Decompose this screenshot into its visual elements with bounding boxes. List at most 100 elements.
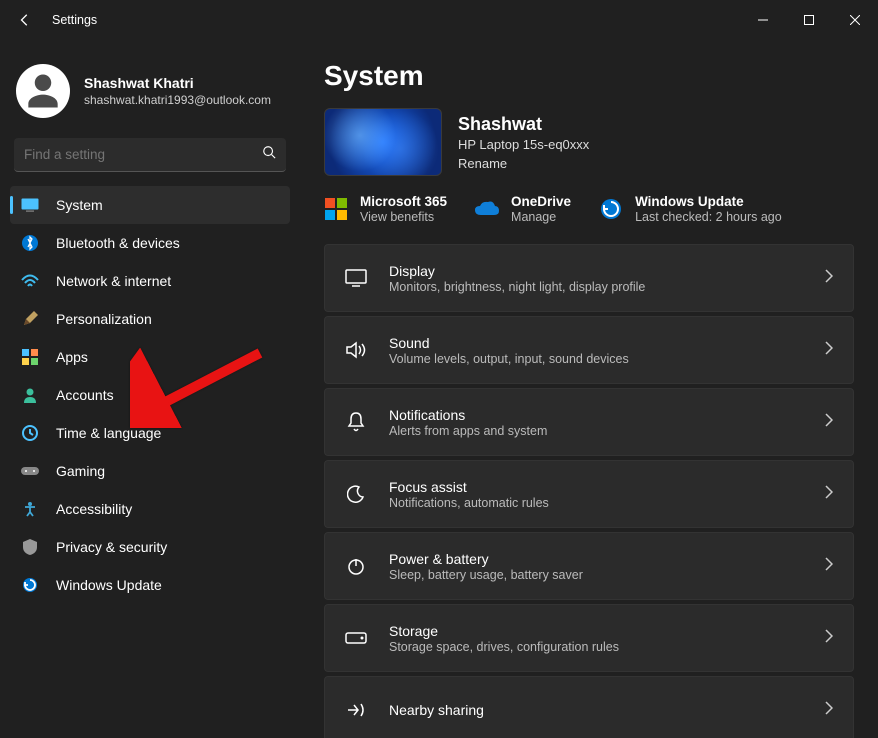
tile-title: Power & battery — [389, 551, 583, 567]
tile-focus-assist[interactable]: Focus assist Notifications, automatic ru… — [324, 460, 854, 528]
nav-item-network[interactable]: Network & internet — [10, 262, 290, 300]
profile-block[interactable]: Shashwat Khatri shashwat.khatri1993@outl… — [10, 56, 290, 138]
tile-title: Sound — [389, 335, 629, 351]
tile-display[interactable]: Display Monitors, brightness, night ligh… — [324, 244, 854, 312]
tile-title: Nearby sharing — [389, 702, 484, 718]
accessibility-icon — [20, 499, 40, 519]
sound-icon — [345, 339, 367, 361]
accounts-icon — [20, 385, 40, 405]
bell-icon — [345, 411, 367, 433]
nav-label: Apps — [56, 349, 88, 365]
nav-label: Accessibility — [56, 501, 132, 517]
chevron-right-icon — [825, 341, 833, 360]
minimize-button[interactable] — [740, 0, 786, 40]
chevron-right-icon — [825, 485, 833, 504]
update-icon — [20, 575, 40, 595]
tile-sub: Sleep, battery usage, battery saver — [389, 568, 583, 582]
network-icon — [20, 271, 40, 291]
device-block: Shashwat HP Laptop 15s-eq0xxx Rename — [324, 108, 854, 176]
nav-label: Personalization — [56, 311, 152, 327]
nav-item-time[interactable]: Time & language — [10, 414, 290, 452]
quick-links: Microsoft 365 View benefits OneDrive Man… — [324, 194, 854, 224]
display-icon — [345, 267, 367, 289]
gaming-icon — [20, 461, 40, 481]
nav-item-apps[interactable]: Apps — [10, 338, 290, 376]
rename-link[interactable]: Rename — [458, 156, 589, 171]
search-icon — [262, 145, 276, 164]
nav-label: Bluetooth & devices — [56, 235, 180, 251]
back-button[interactable] — [14, 9, 36, 31]
m365-icon — [324, 197, 348, 221]
tile-storage[interactable]: Storage Storage space, drives, configura… — [324, 604, 854, 672]
nav-item-system[interactable]: System — [10, 186, 290, 224]
content-pane: System Shashwat HP Laptop 15s-eq0xxx Ren… — [300, 40, 878, 738]
tile-title: Focus assist — [389, 479, 549, 495]
nav-item-accounts[interactable]: Accounts — [10, 376, 290, 414]
quick-sub: Manage — [511, 210, 571, 224]
nav-item-bluetooth[interactable]: Bluetooth & devices — [10, 224, 290, 262]
profile-email: shashwat.khatri1993@outlook.com — [84, 93, 271, 107]
tile-sub: Storage space, drives, configuration rul… — [389, 640, 619, 654]
chevron-right-icon — [825, 629, 833, 648]
nav-label: Time & language — [56, 425, 161, 441]
tile-sub: Volume levels, output, input, sound devi… — [389, 352, 629, 366]
nav-label: Network & internet — [56, 273, 171, 289]
search-box[interactable] — [14, 138, 286, 172]
quick-sub: Last checked: 2 hours ago — [635, 210, 782, 224]
device-name: Shashwat — [458, 114, 589, 135]
quick-title: Microsoft 365 — [360, 194, 447, 209]
apps-icon — [20, 347, 40, 367]
page-title: System — [324, 60, 854, 92]
nav-item-accessibility[interactable]: Accessibility — [10, 490, 290, 528]
quick-title: OneDrive — [511, 194, 571, 209]
tile-sub: Notifications, automatic rules — [389, 496, 549, 510]
nav-label: Windows Update — [56, 577, 162, 593]
chevron-right-icon — [825, 557, 833, 576]
tile-nearby-sharing[interactable]: Nearby sharing — [324, 676, 854, 738]
tile-sub: Alerts from apps and system — [389, 424, 547, 438]
tile-sub: Monitors, brightness, night light, displ… — [389, 280, 645, 294]
sidebar: Shashwat Khatri shashwat.khatri1993@outl… — [0, 40, 300, 738]
close-button[interactable] — [832, 0, 878, 40]
nav-item-personalization[interactable]: Personalization — [10, 300, 290, 338]
quick-sub: View benefits — [360, 210, 447, 224]
nav-label: Gaming — [56, 463, 105, 479]
time-icon — [20, 423, 40, 443]
tile-notifications[interactable]: Notifications Alerts from apps and syste… — [324, 388, 854, 456]
tile-power[interactable]: Power & battery Sleep, battery usage, ba… — [324, 532, 854, 600]
avatar-icon — [16, 64, 70, 118]
window-title: Settings — [52, 13, 97, 27]
search-input[interactable] — [24, 147, 262, 162]
onedrive-icon — [475, 197, 499, 221]
quick-onedrive[interactable]: OneDrive Manage — [475, 194, 571, 224]
nav-label: Privacy & security — [56, 539, 167, 555]
bluetooth-icon — [20, 233, 40, 253]
tile-title: Storage — [389, 623, 619, 639]
nav-label: Accounts — [56, 387, 114, 403]
chevron-right-icon — [825, 413, 833, 432]
nav-item-windows-update[interactable]: Windows Update — [10, 566, 290, 604]
moon-icon — [345, 483, 367, 505]
tile-title: Display — [389, 263, 645, 279]
system-icon — [20, 195, 40, 215]
nav-list: System Bluetooth & devices Network & int… — [10, 186, 290, 604]
quick-title: Windows Update — [635, 194, 782, 209]
quick-m365[interactable]: Microsoft 365 View benefits — [324, 194, 447, 224]
maximize-button[interactable] — [786, 0, 832, 40]
quick-windows-update[interactable]: Windows Update Last checked: 2 hours ago — [599, 194, 782, 224]
tile-title: Notifications — [389, 407, 547, 423]
chevron-right-icon — [825, 269, 833, 288]
chevron-right-icon — [825, 701, 833, 720]
personalize-icon — [20, 309, 40, 329]
wupdate-icon — [599, 197, 623, 221]
nav-item-gaming[interactable]: Gaming — [10, 452, 290, 490]
nav-item-privacy[interactable]: Privacy & security — [10, 528, 290, 566]
device-model: HP Laptop 15s-eq0xxx — [458, 137, 589, 152]
power-icon — [345, 555, 367, 577]
share-icon — [345, 699, 367, 721]
profile-name: Shashwat Khatri — [84, 75, 271, 91]
tile-sound[interactable]: Sound Volume levels, output, input, soun… — [324, 316, 854, 384]
nav-label: System — [56, 197, 103, 213]
titlebar: Settings — [0, 0, 878, 40]
device-image — [324, 108, 442, 176]
